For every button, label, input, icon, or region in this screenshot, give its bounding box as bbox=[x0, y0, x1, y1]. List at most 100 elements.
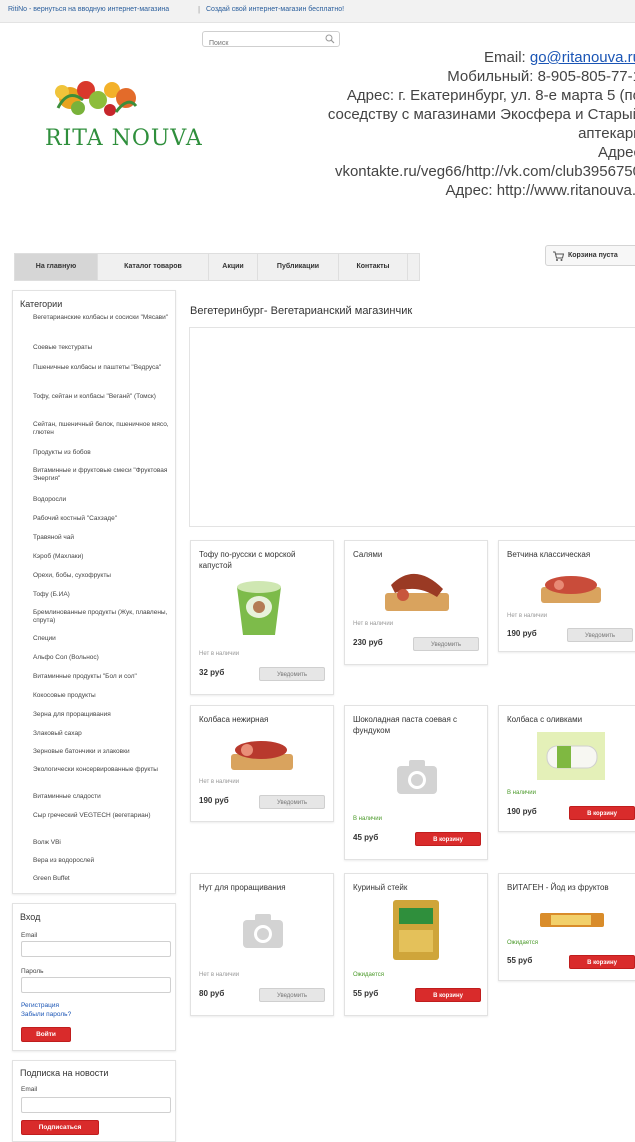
product-image[interactable] bbox=[537, 732, 605, 780]
category-item[interactable]: Соевые текстураты bbox=[33, 344, 173, 352]
category-item[interactable]: Экологически консервированные фрукты bbox=[33, 766, 173, 774]
contact-address-1: Адрес: г. Екатеринбург, ул. 8-е марта 5 … bbox=[346, 87, 635, 104]
product-name[interactable]: Ветчина классическая bbox=[507, 549, 635, 560]
product-name[interactable]: Колбаса нежирная bbox=[199, 714, 329, 725]
product-card[interactable]: Нут для проращивания Нет в наличии 80 ру… bbox=[190, 873, 334, 1016]
top-separator: | bbox=[198, 5, 201, 14]
product-card[interactable]: Тофу по-русски с морской капустой Нет в … bbox=[190, 540, 334, 695]
category-item[interactable]: Специи bbox=[33, 635, 173, 643]
product-card[interactable]: ВИТАГЕН - Йод из фруктов Ожидается 55 ру… bbox=[498, 873, 635, 981]
category-item[interactable]: Альфо Сол (Вольнос) bbox=[33, 654, 173, 662]
categories-title: Категории bbox=[20, 299, 63, 309]
category-item[interactable]: Сейтан, пшеничный белок, пшеничное мясо,… bbox=[33, 421, 173, 437]
subscribe-title: Подписка на новости bbox=[20, 1068, 109, 1078]
category-item[interactable]: Green Buffet bbox=[33, 875, 173, 883]
login-password-field[interactable] bbox=[21, 977, 171, 993]
category-item[interactable]: Злаковый сахар bbox=[33, 730, 173, 738]
product-card[interactable]: Колбаса с оливками В наличии 190 руб В к… bbox=[498, 705, 635, 832]
login-email-label: Email bbox=[21, 932, 38, 939]
nav-home[interactable]: На главную bbox=[15, 254, 98, 280]
contact-address-3: аптекарь bbox=[578, 125, 635, 142]
notify-button[interactable]: Уведомить bbox=[259, 988, 325, 1002]
product-image[interactable] bbox=[539, 910, 605, 930]
category-item[interactable]: Травяной чай bbox=[33, 534, 173, 542]
product-name[interactable]: Тофу по-русски с морской капустой bbox=[199, 549, 329, 571]
main-nav: На главную Каталог товаров Акции Публика… bbox=[14, 253, 420, 281]
category-item[interactable]: Зерновые батончики и злаковки bbox=[33, 748, 173, 756]
camera-placeholder-icon[interactable] bbox=[395, 758, 439, 796]
cart-button[interactable]: Корзина пуста bbox=[545, 245, 635, 266]
category-item[interactable]: Продукты из бобов bbox=[33, 449, 173, 457]
notify-button[interactable]: Уведомить bbox=[259, 667, 325, 681]
notify-button[interactable]: Уведомить bbox=[413, 637, 479, 651]
stock-status: В наличии bbox=[353, 816, 383, 822]
category-item[interactable]: Орехи, бобы, сухофрукты bbox=[33, 572, 173, 580]
product-name[interactable]: Шоколадная паста соевая с фундуком bbox=[353, 714, 483, 736]
category-item[interactable]: Пшеничные колбасы и паштеты "Ведруса" bbox=[33, 364, 173, 372]
notify-button[interactable]: Уведомить bbox=[259, 795, 325, 809]
search-icon[interactable] bbox=[325, 34, 335, 44]
nav-contacts[interactable]: Контакты bbox=[339, 254, 408, 280]
category-item[interactable]: Витаминные и фруктовые смеси "Фруктовая … bbox=[33, 467, 173, 483]
product-image[interactable] bbox=[229, 728, 295, 772]
register-link[interactable]: Регистрация bbox=[21, 1002, 59, 1009]
stock-status: Нет в наличии bbox=[199, 972, 240, 978]
nav-promotions[interactable]: Акции bbox=[209, 254, 258, 280]
product-image[interactable] bbox=[233, 575, 285, 639]
nav-publications[interactable]: Публикации bbox=[258, 254, 339, 280]
contact-email-line: Email: go@ritanouva.ru bbox=[241, 48, 635, 67]
stock-status: Нет в наличии bbox=[507, 613, 548, 619]
category-item[interactable]: Витаминные сладости bbox=[33, 793, 173, 801]
search-box bbox=[202, 31, 340, 51]
product-card[interactable]: Куриный стейк Ожидается 55 руб В корзину bbox=[344, 873, 488, 1016]
product-name[interactable]: ВИТАГЕН - Йод из фруктов bbox=[507, 882, 635, 893]
category-item[interactable]: Волж VBi bbox=[33, 839, 173, 847]
forgot-password-link[interactable]: Забыли пароль? bbox=[21, 1011, 71, 1018]
product-name[interactable]: Салями bbox=[353, 549, 483, 560]
notify-button[interactable]: Уведомить bbox=[567, 628, 633, 642]
add-to-cart-button[interactable]: В корзину bbox=[415, 988, 481, 1002]
category-item[interactable]: Вера из водорослей bbox=[33, 857, 173, 865]
product-name[interactable]: Нут для проращивания bbox=[199, 882, 329, 893]
logo-graphic bbox=[55, 81, 138, 116]
product-card[interactable]: Салями Нет в наличии 230 руб Уведомить bbox=[344, 540, 488, 665]
product-image[interactable] bbox=[539, 563, 603, 605]
contact-address-6: Адрес: http://www.ritanouva.r bbox=[445, 182, 635, 199]
category-item[interactable]: Водоросли bbox=[33, 496, 173, 504]
category-item[interactable]: Кокосовые продукты bbox=[33, 692, 173, 700]
stock-status: Ожидается bbox=[507, 940, 538, 946]
subscribe-button[interactable]: Подписаться bbox=[21, 1120, 99, 1135]
login-button[interactable]: Войти bbox=[21, 1027, 71, 1042]
category-item[interactable]: Сыр греческий VEGTECH (вегетариан) bbox=[33, 812, 173, 820]
subscribe-email-field[interactable] bbox=[21, 1097, 171, 1113]
category-item[interactable]: Тофу, сейтан и колбасы "Веганй" (Томск) bbox=[33, 393, 173, 401]
nav-catalog[interactable]: Каталог товаров bbox=[98, 254, 209, 280]
product-image[interactable] bbox=[387, 898, 445, 962]
add-to-cart-button[interactable]: В корзину bbox=[569, 806, 635, 820]
category-item[interactable]: Бремлинованные продукты (Жук, плавлены, … bbox=[33, 609, 173, 625]
site-logo[interactable]: RITA NOUVA bbox=[40, 68, 202, 154]
email-link[interactable]: go@ritanouva.ru bbox=[530, 49, 635, 66]
stock-status: В наличии bbox=[507, 790, 537, 796]
product-card[interactable]: Колбаса нежирная Нет в наличии 190 руб У… bbox=[190, 705, 334, 822]
top-link-home[interactable]: RitiNo - вернуться на вводную интернет-м… bbox=[8, 6, 169, 13]
category-item[interactable]: Кэроб (Махлаки) bbox=[33, 553, 173, 561]
category-item[interactable]: Тофу (Б.ИА) bbox=[33, 591, 173, 599]
product-name[interactable]: Куриный стейк bbox=[353, 882, 483, 893]
category-item[interactable]: Витаминные продукты "Бол и сол" bbox=[33, 673, 173, 681]
top-link-create-shop[interactable]: Создай свой интернет-магазин бесплатно! bbox=[206, 6, 344, 13]
camera-placeholder-icon[interactable] bbox=[241, 912, 285, 950]
category-item[interactable]: Рабочий костный "Сахзаде" bbox=[33, 515, 173, 523]
login-email-field[interactable] bbox=[21, 941, 171, 957]
add-to-cart-button[interactable]: В корзину bbox=[569, 955, 635, 969]
product-price: 190 руб bbox=[507, 629, 537, 638]
login-title: Вход bbox=[20, 912, 41, 922]
product-price: 55 руб bbox=[353, 989, 379, 998]
category-item[interactable]: Вегетарианские колбасы и сосиски "Мясави… bbox=[33, 314, 173, 322]
category-item[interactable]: Зерна для проращивания bbox=[33, 711, 173, 719]
product-image[interactable] bbox=[383, 565, 451, 613]
product-card[interactable]: Ветчина классическая Нет в наличии 190 р… bbox=[498, 540, 635, 652]
add-to-cart-button[interactable]: В корзину bbox=[415, 832, 481, 846]
product-name[interactable]: Колбаса с оливками bbox=[507, 714, 635, 725]
product-card[interactable]: Шоколадная паста соевая с фундуком В нал… bbox=[344, 705, 488, 860]
